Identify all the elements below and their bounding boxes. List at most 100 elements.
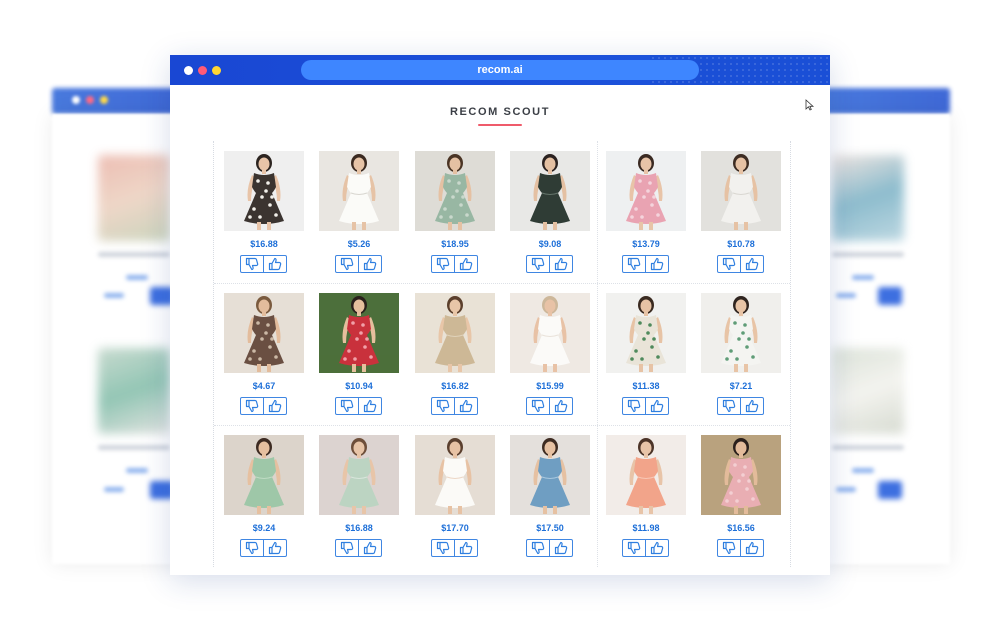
dislike-button[interactable] [622,397,646,415]
product-card: $18.95 [410,147,500,277]
thumbs-up-icon [363,541,377,555]
product-price: $16.88 [250,239,278,249]
thumbs-down-icon [531,541,545,555]
dislike-button[interactable] [240,397,264,415]
background-window-dot [100,96,108,104]
thumbs-up-icon [745,541,759,555]
product-image[interactable] [510,293,590,373]
like-button[interactable] [549,397,573,415]
dislike-button[interactable] [335,397,359,415]
dislike-button[interactable] [717,397,741,415]
dislike-button[interactable] [717,539,741,557]
product-card: $16.88 [314,431,404,561]
thumbs-up-icon [650,399,664,413]
thumbs-up-icon [554,399,568,413]
dislike-button[interactable] [717,255,741,273]
background-price [852,468,874,473]
background-price [126,275,148,280]
product-image[interactable] [510,151,590,231]
dislike-button[interactable] [526,255,550,273]
background-text [104,487,124,492]
address-bar[interactable]: recom.ai [301,60,699,80]
background-text [98,252,170,257]
dislike-button[interactable] [335,539,359,557]
product-image[interactable] [224,293,304,373]
mouse-cursor-icon [805,99,815,111]
product-price: $15.99 [536,381,564,391]
product-price: $17.50 [536,523,564,533]
product-price: $7.21 [729,381,753,391]
like-button[interactable] [263,255,287,273]
background-button [878,481,902,499]
product-image[interactable] [606,151,686,231]
product-price: $13.79 [632,239,660,249]
like-button[interactable] [454,255,478,273]
like-button[interactable] [358,255,382,273]
dislike-button[interactable] [240,539,264,557]
dislike-button[interactable] [526,539,550,557]
product-image[interactable] [319,293,399,373]
like-button[interactable] [645,539,669,557]
like-button[interactable] [263,539,287,557]
product-image[interactable] [606,293,686,373]
like-button[interactable] [549,255,573,273]
dislike-button[interactable] [431,539,455,557]
product-price: $11.98 [632,523,660,533]
page-title: RECOM SCOUT [449,106,551,118]
thumbs-down-icon [436,399,450,413]
product-image[interactable] [224,151,304,231]
background-text [836,487,856,492]
product-image[interactable] [606,435,686,515]
background-product-image [832,155,904,241]
dislike-button[interactable] [622,255,646,273]
background-text [836,293,856,298]
product-image[interactable] [701,151,781,231]
like-button[interactable] [454,539,478,557]
like-button[interactable] [740,397,764,415]
dislike-button[interactable] [240,255,264,273]
thumbs-up-icon [459,257,473,271]
product-card: $5.26 [314,147,404,277]
product-card: $9.08 [505,147,595,277]
like-button[interactable] [263,397,287,415]
dislike-button[interactable] [431,255,455,273]
dislike-button[interactable] [526,397,550,415]
product-image[interactable] [319,151,399,231]
like-button[interactable] [549,539,573,557]
window-control-dot-red[interactable] [198,66,207,75]
thumbs-down-icon [340,257,354,271]
dislike-button[interactable] [622,539,646,557]
product-image[interactable] [415,435,495,515]
dislike-button[interactable] [335,255,359,273]
like-button[interactable] [358,397,382,415]
product-image[interactable] [319,435,399,515]
like-button[interactable] [645,255,669,273]
like-button[interactable] [740,255,764,273]
window-control-dot-white[interactable] [184,66,193,75]
product-card: $10.78 [696,147,786,277]
like-button[interactable] [740,539,764,557]
product-image[interactable] [224,435,304,515]
product-image[interactable] [415,151,495,231]
thumbs-down-icon [245,541,259,555]
thumbs-down-icon [245,399,259,413]
like-button[interactable] [645,397,669,415]
product-card: $17.50 [505,431,595,561]
product-card: $7.21 [696,289,786,419]
product-price: $10.94 [345,381,373,391]
like-button[interactable] [358,539,382,557]
background-text [98,445,170,450]
dislike-button[interactable] [431,397,455,415]
thumbs-down-icon [245,257,259,271]
grid-divider [214,425,790,426]
product-card: $11.98 [601,431,691,561]
product-image[interactable] [510,435,590,515]
thumbs-up-icon [650,257,664,271]
product-image[interactable] [415,293,495,373]
product-card: $9.24 [219,431,309,561]
like-button[interactable] [454,397,478,415]
product-image[interactable] [701,293,781,373]
product-image[interactable] [701,435,781,515]
thumbs-down-icon [722,541,736,555]
window-control-dot-yellow[interactable] [212,66,221,75]
